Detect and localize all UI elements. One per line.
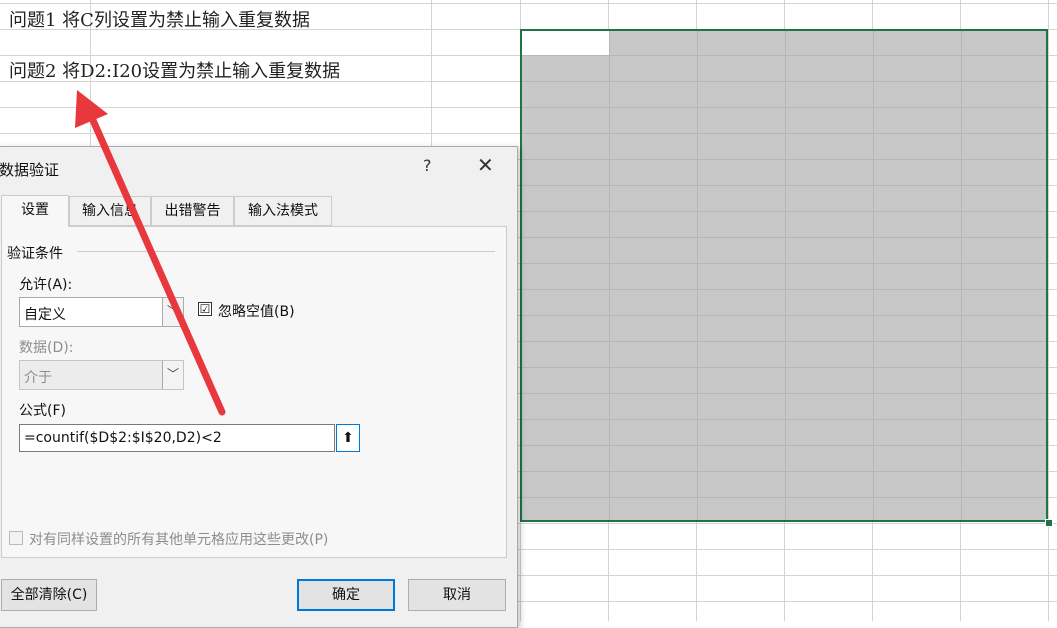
selection-gridline <box>522 107 1046 108</box>
allow-label: 允许(A): <box>19 277 73 293</box>
formula-input[interactable]: =countif($D$2:$I$20,D2)<2 <box>19 424 335 452</box>
tab-error-alert[interactable]: 出错警告 <box>151 196 234 226</box>
selection-gridline <box>522 289 1046 290</box>
clear-all-button[interactable]: 全部清除(C) <box>1 579 97 611</box>
collapse-dialog-icon[interactable]: ⬆ <box>336 424 360 452</box>
close-icon[interactable]: ✕ <box>477 153 494 177</box>
group-label: 验证条件 <box>7 246 63 262</box>
apply-all-label[interactable]: 对有同样设置的所有其他单元格应用这些更改(P) <box>29 529 328 549</box>
group-divider <box>77 251 495 252</box>
selection-gridline <box>522 497 1046 498</box>
settings-tab-panel <box>1 226 507 558</box>
selection-gridline <box>522 159 1046 160</box>
gridline-horizontal <box>0 3 1057 4</box>
help-icon[interactable]: ? <box>423 156 432 175</box>
chevron-down-icon: ﹀ <box>162 361 183 389</box>
selection-gridline <box>609 31 610 520</box>
apply-all-checkbox[interactable] <box>9 531 23 545</box>
selection-gridline <box>785 31 786 520</box>
selection-gridline <box>522 211 1046 212</box>
formula-label: 公式(F) <box>19 403 66 419</box>
data-validation-dialog: 数据验证 ? ✕ 设置 输入信息 出错警告 输入法模式 验证条件 允许(A): … <box>0 146 518 628</box>
chevron-down-icon[interactable]: ﹀ <box>162 298 183 326</box>
selection-gridline <box>522 133 1046 134</box>
selection-gridline <box>522 185 1046 186</box>
selection-gridline <box>522 471 1046 472</box>
selection-gridline <box>522 55 1046 56</box>
allow-dropdown[interactable]: 自定义 ﹀ <box>19 297 184 327</box>
selection-gridline <box>961 31 962 520</box>
dialog-title: 数据验证 <box>0 161 60 179</box>
selection-gridline <box>522 393 1046 394</box>
selection-gridline <box>522 341 1046 342</box>
selection-gridline <box>873 31 874 520</box>
fill-handle[interactable] <box>1045 519 1053 527</box>
selection-gridline <box>522 419 1046 420</box>
question-2-cell[interactable]: 问题2 将D2:I20设置为禁止输入重复数据 <box>9 57 340 83</box>
tab-ime-mode[interactable]: 输入法模式 <box>234 196 332 226</box>
data-value: 介于 <box>24 370 52 386</box>
tab-settings[interactable]: 设置 <box>1 195 69 227</box>
cancel-button[interactable]: 取消 <box>408 579 506 611</box>
question-1-cell[interactable]: 问题1 将C列设置为禁止输入重复数据 <box>9 6 310 32</box>
selection-gridline <box>522 263 1046 264</box>
selection-gridline <box>522 237 1046 238</box>
ignore-blank-checkbox[interactable]: ☑ <box>198 302 212 316</box>
data-label: 数据(D): <box>19 340 74 356</box>
selection-gridline <box>522 367 1046 368</box>
gridline-vertical <box>1048 0 1049 621</box>
selection-gridline <box>522 315 1046 316</box>
ok-button[interactable]: 确定 <box>297 579 395 611</box>
active-cell[interactable] <box>522 31 609 55</box>
data-dropdown: 介于 ﹀ <box>19 360 184 390</box>
tab-input-message[interactable]: 输入信息 <box>69 196 151 226</box>
selection-gridline <box>522 81 1046 82</box>
selected-range[interactable] <box>520 29 1048 522</box>
allow-value: 自定义 <box>24 307 66 323</box>
ignore-blank-label[interactable]: 忽略空值(B) <box>218 301 295 321</box>
selection-gridline <box>522 445 1046 446</box>
selection-gridline <box>697 31 698 520</box>
